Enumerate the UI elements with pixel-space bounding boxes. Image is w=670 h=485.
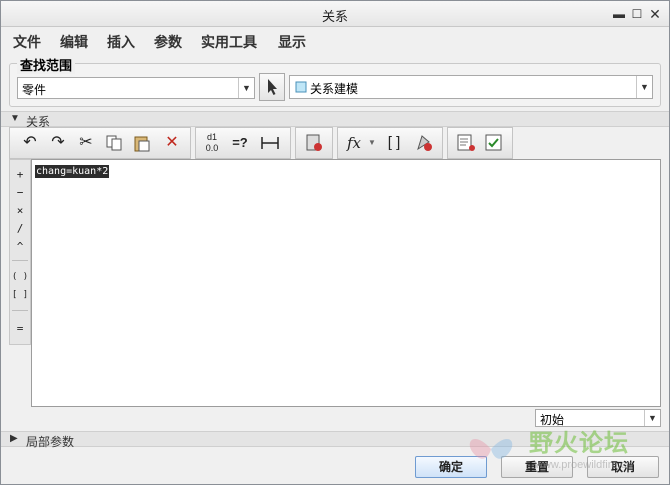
relations-editor[interactable]: chang=kuan*2	[31, 159, 661, 407]
brackets-icon[interactable]: [ ]	[382, 131, 406, 155]
operator-separator	[12, 310, 28, 311]
operator-plus-button[interactable]: +	[10, 168, 30, 181]
verify-icon[interactable]	[482, 131, 506, 155]
relations-toolbar: ↶ ↷ ✂ ✕ d1 0.0 =? fx ▼ [ ]	[9, 127, 661, 159]
show-dimensions-icon[interactable]	[454, 131, 478, 155]
menu-display[interactable]: 显示	[278, 32, 306, 52]
menu-utilities[interactable]: 实用工具	[201, 32, 257, 52]
minimize-button[interactable]: ▬	[611, 6, 627, 22]
relations-dialog: 关系 ▬ ☐ ✕ 文件 编辑 插入 参数 实用工具 显示 查找范围 零件 ▼ 关…	[0, 0, 670, 485]
part-icon	[295, 81, 307, 93]
insert-parameter-icon[interactable]	[412, 131, 436, 155]
copy-icon[interactable]	[102, 131, 126, 155]
operator-multiply-button[interactable]: ×	[10, 204, 30, 217]
operator-parentheses-button[interactable]: ( )	[10, 272, 30, 282]
undo-icon[interactable]: ↶	[18, 131, 42, 155]
lookup-type-value: 零件	[22, 83, 47, 97]
operator-minus-button[interactable]: −	[10, 186, 30, 199]
relation-text[interactable]: chang=kuan*2	[35, 165, 110, 178]
insert-toolgroup: fx ▼ [ ]	[337, 127, 443, 159]
operator-divide-button[interactable]: /	[10, 222, 30, 235]
menu-bar: 文件 编辑 插入 参数 实用工具 显示	[1, 28, 669, 54]
edit-toolgroup: ↶ ↷ ✂ ✕	[9, 127, 191, 159]
cut-icon[interactable]: ✂	[74, 131, 98, 155]
dimension-icon[interactable]	[258, 131, 282, 155]
sort-toolgroup	[295, 127, 333, 159]
butterfly-logo-icon	[469, 438, 513, 459]
delete-icon[interactable]: ✕	[160, 131, 184, 155]
lookup-type-select[interactable]: 零件 ▼	[17, 77, 255, 99]
chevron-down-icon: ▼	[238, 78, 254, 98]
menu-parameters[interactable]: 参数	[154, 32, 182, 52]
forum-watermark: 野火论坛 www.proewildfire.cn	[463, 419, 663, 481]
select-pointer-button[interactable]	[259, 73, 285, 101]
menu-edit[interactable]: 编辑	[60, 32, 88, 52]
chevron-down-icon: ▼	[636, 76, 652, 98]
expand-triangle-icon: ▶	[10, 433, 18, 444]
operator-equals-button[interactable]: =	[10, 322, 30, 335]
evaluate-toolgroup: d1 0.0 =?	[195, 127, 291, 159]
local-params-label: 局部参数	[26, 435, 75, 449]
verify-toolgroup	[447, 127, 513, 159]
watermark-text: 野火论坛	[529, 430, 629, 457]
watermark-url: www.proewildfire.cn	[535, 459, 633, 471]
lookup-group-title: 查找范围	[17, 55, 76, 74]
close-button[interactable]: ✕	[647, 6, 663, 22]
evaluate-icon[interactable]: =?	[228, 131, 252, 155]
menu-insert[interactable]: 插入	[107, 32, 135, 52]
sort-relations-icon[interactable]	[302, 131, 326, 155]
model-select[interactable]: 关系建模 ▼	[289, 75, 653, 99]
paste-icon[interactable]	[130, 131, 154, 155]
window-title: 关系	[321, 9, 348, 24]
operator-bar: + − × / ^ ( ) [ ] =	[9, 159, 31, 345]
function-icon[interactable]: fx	[342, 131, 366, 155]
model-value: 关系建模	[310, 82, 359, 96]
maximize-button[interactable]: ☐	[629, 6, 645, 22]
menu-file[interactable]: 文件	[13, 32, 41, 52]
title-bar: 关系 ▬ ☐ ✕	[1, 1, 669, 27]
relations-section-header[interactable]: ▼ 关系	[1, 111, 669, 129]
redo-icon[interactable]: ↷	[46, 131, 70, 155]
collapse-triangle-icon: ▼	[10, 113, 20, 124]
operator-separator	[12, 260, 28, 261]
pointer-arrow-icon	[268, 79, 277, 95]
operator-brackets-button[interactable]: [ ]	[10, 290, 30, 300]
operator-power-button[interactable]: ^	[10, 240, 30, 253]
value-display-icon[interactable]: d1 0.0	[200, 131, 224, 155]
chevron-down-icon[interactable]: ▼	[366, 131, 378, 155]
